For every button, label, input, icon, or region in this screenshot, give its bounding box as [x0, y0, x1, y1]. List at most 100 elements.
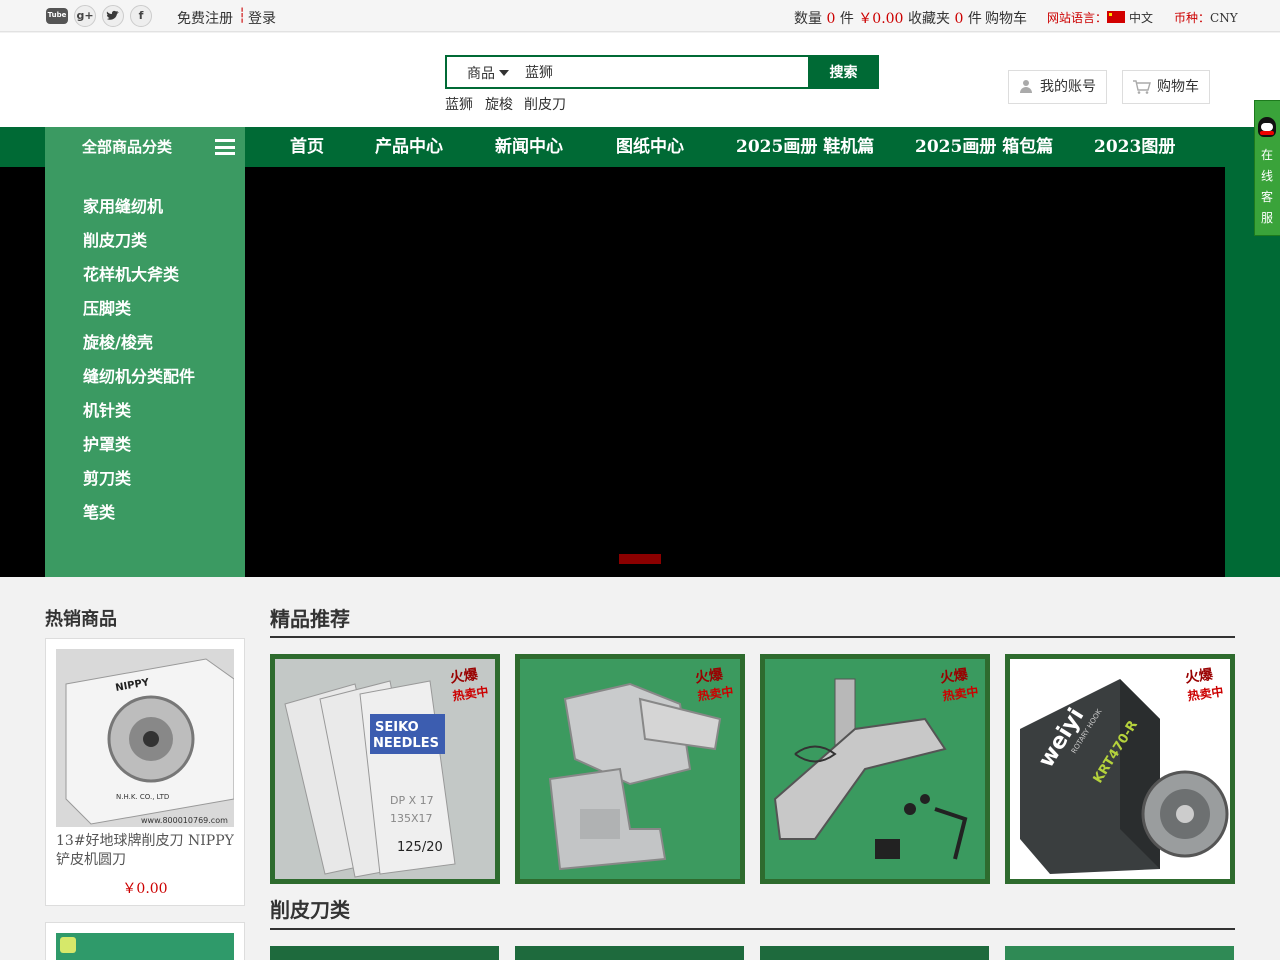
- all-categories-toggle[interactable]: 全部商品分类: [45, 127, 245, 167]
- featured-product[interactable]: 火爆 热卖中: [760, 654, 990, 884]
- google-plus-icon[interactable]: g+: [74, 5, 96, 27]
- category-item[interactable]: 护罩类: [83, 431, 131, 455]
- facebook-icon[interactable]: f: [130, 5, 152, 27]
- product-image[interactable]: 火爆 热卖中: [520, 659, 740, 879]
- section-divider: [270, 636, 1235, 638]
- featured-product[interactable]: SEIKO NEEDLES DP X 17 135X17 125/20 火爆 热卖…: [270, 654, 500, 884]
- fav-unit: 件: [967, 11, 982, 27]
- section-product[interactable]: [515, 946, 744, 960]
- currency-selector[interactable]: 币种：CNY: [1174, 9, 1238, 26]
- twitter-icon[interactable]: [102, 5, 124, 27]
- category-item[interactable]: 削皮刀类: [83, 227, 147, 251]
- pack-label-top: SEIKO: [375, 720, 419, 735]
- product-name[interactable]: 13#好地球牌削皮刀 NIPPY 铲皮机圆刀: [56, 832, 234, 870]
- product-image[interactable]: [56, 933, 234, 960]
- featured-product[interactable]: weiyi ROTARY HOOK KRT470-R 火爆 热卖中: [1005, 654, 1235, 884]
- cart-quantity: 数量 0 件 ￥0.00: [794, 8, 903, 28]
- product-image[interactable]: SEIKO NEEDLES DP X 17 135X17 125/20 火爆 热卖…: [275, 659, 495, 879]
- header-cart-label: 购物车: [1157, 79, 1199, 95]
- favorites[interactable]: 收藏夹 0 件: [908, 8, 982, 28]
- badge-top: 火爆: [449, 666, 479, 687]
- product-image[interactable]: NIPPY N.H.K. CO., LTD www.800010769.com: [56, 649, 235, 827]
- cart-icon: [1133, 80, 1151, 94]
- section-divider: [270, 928, 1235, 930]
- category-item[interactable]: 笔类: [83, 499, 115, 523]
- nav-news[interactable]: 新闻中心: [495, 127, 563, 167]
- china-flag-icon: [1107, 11, 1126, 23]
- banner-side: [0, 167, 45, 577]
- category-item[interactable]: 机针类: [83, 397, 131, 421]
- search-box: 商品 搜索: [445, 55, 879, 89]
- header: 商品 搜索 蓝狮 旋梭 削皮刀 我的账号 购物车: [0, 33, 1280, 127]
- category-item[interactable]: 旋梭/梭壳: [83, 329, 153, 353]
- slide-indicator[interactable]: [619, 554, 661, 564]
- nav-home[interactable]: 首页: [290, 127, 324, 167]
- category-menu: 家用缝纫机 削皮刀类 花样机大斧类 压脚类 旋梭/梭壳 缝纫机分类配件 机针类 …: [45, 167, 245, 577]
- nav-catalog-shoe[interactable]: 2025画册 鞋机篇: [736, 127, 874, 167]
- currency-value: CNY: [1210, 11, 1238, 25]
- qty-value: 0: [826, 11, 836, 27]
- badge-top: 火爆: [1184, 666, 1214, 687]
- search-button[interactable]: 搜索: [808, 55, 879, 89]
- pack-spec-2: 135X17: [390, 812, 433, 825]
- category-item[interactable]: 剪刀类: [83, 465, 131, 489]
- service-char: 服: [1261, 211, 1274, 225]
- main-nav: 全部商品分类 首页 产品中心 新闻中心 图纸中心 2025画册 鞋机篇 2025…: [0, 127, 1280, 167]
- category-item[interactable]: 压脚类: [83, 295, 131, 319]
- nav-products[interactable]: 产品中心: [375, 127, 443, 167]
- caret-down-icon: [499, 70, 509, 76]
- product-price: ￥0.00: [122, 881, 168, 897]
- youtube-icon[interactable]: Tube: [46, 8, 68, 24]
- service-char: 在: [1261, 148, 1274, 162]
- product-image[interactable]: weiyi ROTARY HOOK KRT470-R 火爆 热卖中: [1010, 659, 1230, 879]
- qty-unit: 件: [839, 11, 854, 27]
- nav-catalog-bag[interactable]: 2025画册 箱包篇: [915, 127, 1053, 167]
- hot-keyword-3[interactable]: 削皮刀: [524, 94, 566, 114]
- search-category-select[interactable]: 商品: [467, 63, 509, 83]
- menu-icon: [215, 139, 235, 155]
- language-selector[interactable]: 网站语言： 中文: [1047, 9, 1153, 26]
- badge-top: 火爆: [939, 666, 969, 687]
- hot-product-card[interactable]: NIPPY N.H.K. CO., LTD www.800010769.com …: [45, 638, 245, 906]
- section-product[interactable]: [760, 946, 989, 960]
- category-item[interactable]: 花样机大斧类: [83, 261, 179, 285]
- product-image[interactable]: 火爆 热卖中: [765, 659, 985, 879]
- category-item[interactable]: 家用缝纫机: [83, 193, 163, 217]
- service-char: 客: [1261, 190, 1274, 204]
- my-account-button[interactable]: 我的账号: [1008, 70, 1107, 104]
- login-link[interactable]: 登录: [248, 8, 276, 28]
- topbar-cart-link[interactable]: 购物车: [985, 8, 1027, 28]
- section-title-peeler: 削皮刀类: [270, 898, 350, 922]
- fav-label: 收藏夹: [908, 11, 950, 27]
- lang-label: 网站语言：: [1047, 11, 1108, 25]
- service-char: 线: [1261, 169, 1274, 183]
- category-item[interactable]: 缝纫机分类配件: [83, 363, 195, 387]
- online-service-tab[interactable]: 在 线 客 服: [1254, 100, 1280, 236]
- nav-drawings[interactable]: 图纸中心: [616, 127, 684, 167]
- search-input[interactable]: [525, 60, 805, 84]
- hot-sale-badge: 火爆 热卖中: [449, 663, 490, 705]
- section-product[interactable]: [1005, 946, 1234, 960]
- banner-slide[interactable]: [245, 167, 1225, 577]
- pack-label-mid: NEEDLES: [373, 736, 439, 751]
- hot-keyword-1[interactable]: 蓝狮: [445, 94, 473, 114]
- image-watermark: www.800010769.com: [141, 816, 228, 825]
- currency-label: 币种：: [1174, 11, 1211, 25]
- hot-product-card[interactable]: [45, 922, 245, 960]
- user-icon: [1019, 80, 1033, 94]
- badge-top: 火爆: [694, 666, 724, 687]
- lang-value: 中文: [1129, 11, 1154, 25]
- hot-sale-badge: 火爆 热卖中: [694, 663, 735, 705]
- search-category-label: 商品: [467, 66, 495, 82]
- hot-sale-badge: 火爆 热卖中: [939, 663, 980, 705]
- hot-products-title: 热销商品: [45, 609, 117, 630]
- my-account-label: 我的账号: [1040, 79, 1096, 95]
- header-cart-button[interactable]: 购物车: [1122, 70, 1210, 104]
- box-maker: N.H.K. CO., LTD: [116, 793, 169, 801]
- top-bar: Tube g+ f 免费注册 ┆ 登录 数量 0 件 ￥0.00 收藏夹 0 件…: [0, 0, 1280, 32]
- register-link[interactable]: 免费注册: [177, 8, 233, 28]
- hot-keyword-2[interactable]: 旋梭: [485, 94, 513, 114]
- nav-catalog-2023[interactable]: 2023图册: [1094, 127, 1175, 167]
- featured-product[interactable]: 火爆 热卖中: [515, 654, 745, 884]
- section-product[interactable]: [270, 946, 499, 960]
